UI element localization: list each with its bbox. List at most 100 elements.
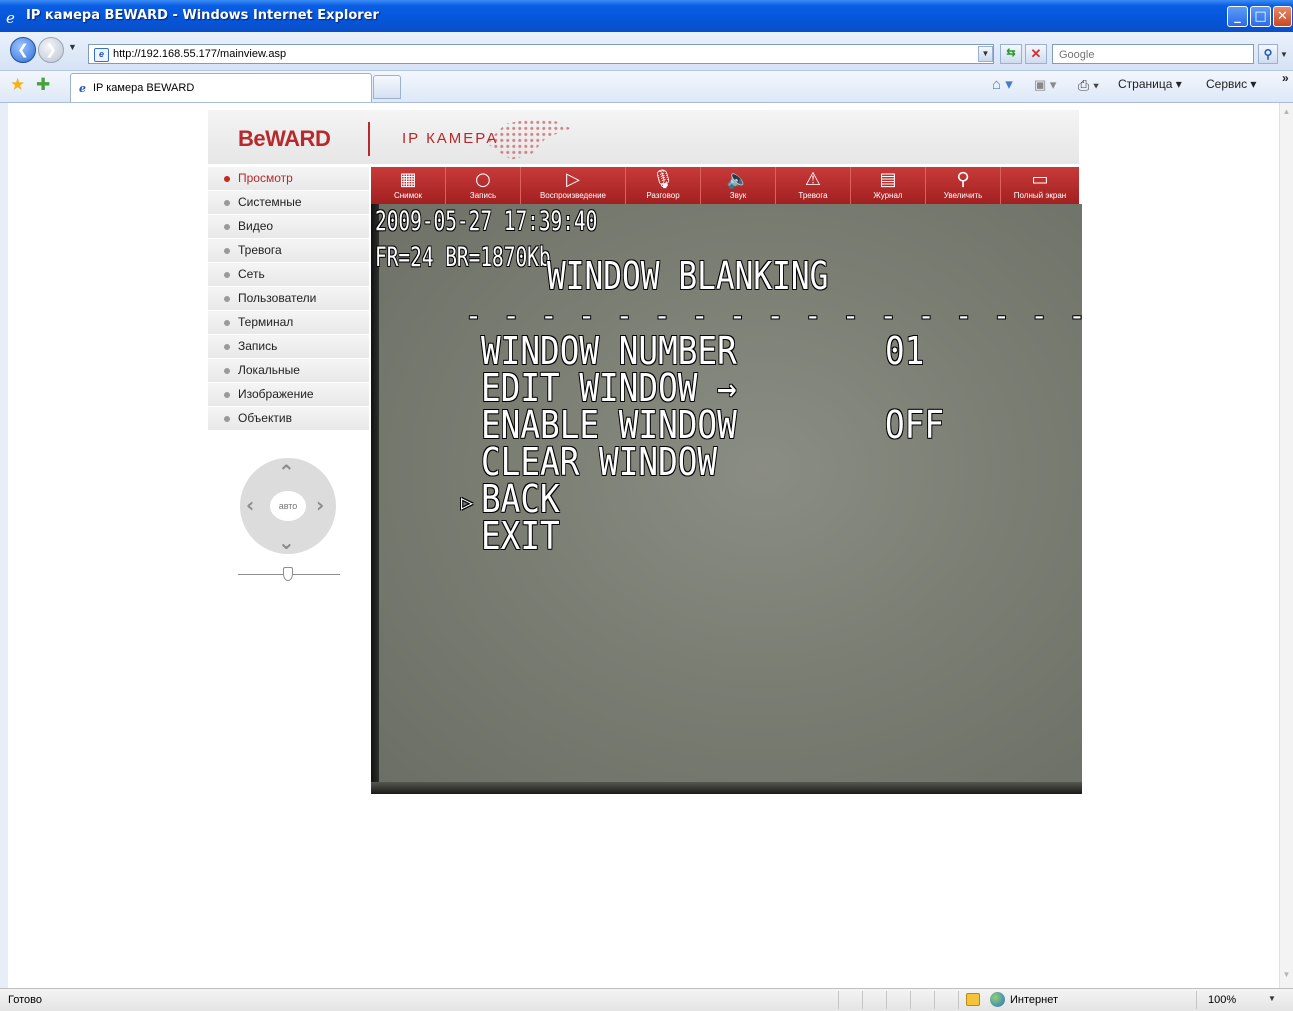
frame-edge [0, 103, 8, 988]
search-dropdown-icon[interactable]: ▼ [1280, 50, 1288, 59]
sidebar-item-system[interactable]: Системные [208, 191, 369, 214]
zoom-button[interactable]: ⚲ Увеличить [926, 167, 1001, 204]
page-icon: e [94, 48, 109, 62]
sidebar-item-lens[interactable]: Объектив [208, 407, 369, 430]
back-button[interactable]: ❮ [10, 37, 36, 63]
osd-timestamp: 2009-05-27 17:39:40 [375, 206, 598, 237]
talk-button[interactable]: 🎙 Разговор [626, 167, 701, 204]
forward-button[interactable]: ❯ [38, 37, 64, 63]
sidebar-item-local[interactable]: Локальные [208, 359, 369, 382]
address-input[interactable]: e http://192.168.55.177/mainview.asp [88, 44, 994, 64]
window-title: IP камера BEWARD - Windows Internet Expl… [26, 8, 379, 23]
minimize-button[interactable]: _ [1227, 6, 1248, 27]
bullet-icon [224, 224, 230, 230]
new-tab-button[interactable] [373, 75, 401, 99]
bullet-icon [224, 200, 230, 206]
page-menu[interactable]: Страница ▾ [1118, 77, 1182, 91]
chevron-more-icon[interactable]: » [1282, 71, 1289, 85]
sound-button[interactable]: 🔈 Звук [701, 167, 776, 204]
bullet-icon [224, 416, 230, 422]
tab-ip-camera[interactable]: e IP камера BEWARD [70, 73, 372, 102]
tab-label: IP камера BEWARD [93, 82, 195, 94]
zoom-level[interactable]: 100% [1208, 994, 1236, 1006]
search-input[interactable] [1057, 46, 1251, 64]
alarm-icon: ⚠ [804, 169, 822, 190]
tab-ie-icon: e [79, 82, 86, 95]
toolbar-label: Полный экран [1013, 191, 1067, 200]
log-button[interactable]: ▤ Журнал [851, 167, 926, 204]
sidebar-item-alarm[interactable]: Тревога [208, 239, 369, 262]
sidebar-item-terminal[interactable]: Терминал [208, 311, 369, 334]
header-divider [368, 122, 370, 156]
search-box[interactable] [1052, 44, 1254, 64]
zoom-dropdown-icon[interactable]: ▼ [1268, 994, 1276, 1003]
home-icon[interactable]: ⌂ ▾ [992, 75, 1013, 93]
tools-menu[interactable]: Сервис ▾ [1206, 77, 1256, 91]
favorites-star-icon[interactable]: ★ [10, 75, 25, 95]
sidebar-item-users[interactable]: Пользователи [208, 287, 369, 310]
video-edge [371, 782, 1082, 794]
history-dropdown-icon[interactable]: ▼ [68, 42, 77, 52]
refresh-button[interactable]: ⇆ [1000, 44, 1022, 64]
bullet-icon [224, 272, 230, 278]
vertical-scrollbar[interactable]: ▲ ▼ [1279, 103, 1293, 988]
zoom-slider-handle[interactable] [283, 567, 293, 581]
address-dropdown-icon[interactable]: ▼ [978, 46, 993, 62]
sidebar-nav: Просмотр Системные Видео Тревога Сеть По… [208, 167, 369, 431]
toolbar-label: Воспроизведение [539, 191, 607, 200]
alarm-button[interactable]: ⚠ Тревога [776, 167, 851, 204]
toolbar-label: Журнал [873, 191, 903, 200]
speaker-icon: 🔈 [726, 169, 750, 190]
ptz-up-icon[interactable]: ⌃ [278, 462, 295, 482]
security-zone[interactable]: Интернет [1010, 994, 1058, 1006]
sidebar-item-label: Системные [238, 195, 302, 209]
video-edge [371, 204, 379, 794]
osd-menu-item: EXIT [481, 514, 560, 558]
print-icon[interactable]: ⎙ ▾ [1078, 77, 1099, 94]
osd-menu-value: OFF [885, 403, 945, 447]
toolbar-label: Снимок [393, 191, 423, 200]
sidebar-item-image[interactable]: Изображение [208, 383, 369, 406]
osd-menu-value: 01 [885, 329, 925, 373]
sidebar-item-label: Сеть [238, 267, 265, 281]
sidebar-item-network[interactable]: Сеть [208, 263, 369, 286]
status-divider [838, 991, 839, 1009]
fullscreen-button[interactable]: ▭ Полный экран [1001, 167, 1079, 204]
bullet-icon [224, 248, 230, 254]
sidebar-item-view[interactable]: Просмотр [208, 167, 369, 190]
play-icon: ▷ [566, 169, 580, 190]
sidebar-item-video[interactable]: Видео [208, 215, 369, 238]
ptz-left-icon[interactable]: ‹ [246, 495, 254, 515]
status-divider [958, 991, 959, 1009]
ptz-down-icon[interactable]: ⌄ [278, 532, 295, 552]
snapshot-button[interactable]: ▦ Снимок [371, 167, 446, 204]
add-favorites-icon[interactable]: ✚ [36, 75, 50, 95]
maximize-button[interactable]: □ [1250, 6, 1271, 27]
bullet-icon [224, 296, 230, 302]
scroll-up-icon[interactable]: ▲ [1281, 107, 1292, 121]
sidebar-item-label: Просмотр [238, 171, 293, 185]
ptz-control: ⌃ ⌄ ‹ › авто [240, 458, 336, 554]
playback-button[interactable]: ▷ Воспроизведение [521, 167, 626, 204]
osd-divider: - - - - - - - - - - - - - - - - - - - - … [465, 299, 1082, 332]
world-map-icon [486, 118, 571, 160]
video-view[interactable]: 2009-05-27 17:39:40 FR=24 BR=1870Kb WIND… [371, 204, 1082, 794]
sidebar-item-label: Пользователи [238, 291, 317, 305]
ptz-auto-button[interactable]: авто [270, 491, 306, 521]
sidebar-item-recording[interactable]: Запись [208, 335, 369, 358]
close-button[interactable]: ✕ [1273, 6, 1292, 27]
record-button[interactable]: ○ Запись [446, 167, 521, 204]
search-icon[interactable]: ⚲ [1258, 44, 1278, 64]
ptz-right-icon[interactable]: › [316, 495, 324, 515]
protected-mode-icon[interactable] [966, 993, 980, 1006]
tab-toolbar: ★ ✚ e IP камера BEWARD ⌂ ▾ ▣ ▾ ⎙ ▾ Стран… [0, 71, 1293, 103]
address-url[interactable]: http://192.168.55.177/mainview.asp [113, 48, 286, 60]
bullet-icon [224, 392, 230, 398]
stop-button[interactable]: ✕ [1025, 44, 1047, 64]
feeds-icon[interactable]: ▣ ▾ [1034, 77, 1056, 93]
sidebar-item-label: Запись [238, 339, 278, 353]
status-divider [934, 991, 935, 1009]
page-viewport: BeWARD IP КАМЕРА Просмотр Системные Виде… [8, 103, 1279, 988]
scroll-down-icon[interactable]: ▼ [1281, 970, 1292, 984]
page-header: BeWARD IP КАМЕРА [208, 110, 1079, 164]
